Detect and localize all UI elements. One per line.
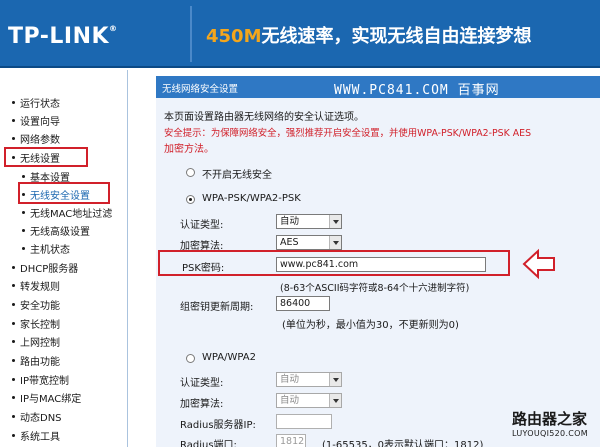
bullet-icon (12, 302, 15, 306)
tplink-logo: TP-LINK® (8, 24, 118, 49)
bullet-icon (22, 210, 25, 214)
bullet-icon (22, 246, 25, 250)
highlight-box-psk (158, 250, 510, 276)
bullet-icon (22, 174, 25, 178)
bullet-icon (12, 118, 15, 122)
radio-disable-label: 不开启无线安全 (202, 170, 272, 181)
bullet-icon (12, 339, 15, 343)
cipher-select[interactable]: AES (276, 235, 342, 250)
bullet-icon (22, 228, 25, 232)
radius-port-input[interactable]: 1812 (276, 434, 306, 447)
auth-type-label: 认证类型: (180, 220, 224, 231)
rekey-hint: (单位为秒，最小值为30，不更新则为0) (282, 320, 459, 331)
panel-titlebar: 无线网络安全设置 WWW.PC841.COM 百事网 (156, 76, 600, 98)
highlight-box-security (18, 182, 110, 204)
sidebar-item-parental[interactable]: 家长控制 (12, 315, 60, 331)
bullet-icon (12, 100, 15, 104)
radius-ip-input[interactable] (276, 414, 332, 429)
wpa-auth-type-label: 认证类型: (180, 378, 224, 389)
radio-wpa[interactable] (186, 354, 195, 363)
bullet-icon (12, 358, 15, 362)
sidebar-item-advanced[interactable]: 无线高级设置 (22, 222, 90, 238)
sidebar-item-dhcp[interactable]: DHCP服务器 (12, 259, 78, 275)
header-banner: TP-LINK® 450M无线速率，实现无线自由连接梦想 (0, 0, 600, 68)
chevron-down-icon (329, 215, 341, 228)
sidebar-item-system-tools[interactable]: 系统工具 (12, 427, 60, 443)
auth-type-select[interactable]: 自动 (276, 214, 342, 229)
security-tip-line1: 安全提示：为保障网络安全，强烈推荐开启安全设置，并使用WPA-PSK/WPA2-… (164, 128, 532, 139)
sidebar-nav: 运行状态 设置向导 网络参数 无线设置 基本设置 无线安全设置 无线MAC地址过… (0, 70, 128, 447)
sidebar-item-ipmac[interactable]: IP与MAC绑定 (12, 389, 81, 405)
radius-ip-label: Radius服务器IP: (180, 420, 256, 431)
bullet-icon (12, 321, 15, 325)
bullet-icon (12, 377, 15, 381)
pointer-arrow-icon (522, 248, 555, 280)
radius-port-label: Radius端口: (180, 440, 237, 447)
sidebar-item-security-func[interactable]: 安全功能 (12, 296, 60, 312)
site-logo: 路由器之家 LUYOUQI520.COM (512, 410, 588, 438)
chevron-down-icon (329, 373, 341, 386)
psk-hint: (8-63个ASCII码字符或8-64个十六进制字符) (280, 283, 470, 294)
sidebar-item-wizard[interactable]: 设置向导 (12, 112, 60, 128)
bullet-icon (12, 283, 15, 287)
watermark: WWW.PC841.COM 百事网 (334, 83, 500, 98)
wpa-cipher-select[interactable]: 自动 (276, 393, 342, 408)
rekey-period-input[interactable]: 86400 (276, 296, 330, 311)
security-tip-line2: 加密方法。 (164, 144, 214, 155)
radio-wpa-label: WPA/WPA2 (202, 352, 256, 363)
wpa-auth-type-select[interactable]: 自动 (276, 372, 342, 387)
sidebar-item-ddns[interactable]: 动态DNS (12, 408, 62, 424)
sidebar-item-status[interactable]: 运行状态 (12, 94, 60, 110)
intro-text: 本页面设置路由器无线网络的安全认证选项。 (164, 112, 364, 123)
radius-port-hint: (1-65535，0表示默认端口：1812) (322, 440, 484, 447)
chevron-down-icon (329, 394, 341, 407)
sidebar-item-network[interactable]: 网络参数 (12, 130, 60, 146)
radio-wpa-psk[interactable] (186, 195, 195, 204)
bullet-icon (12, 433, 15, 437)
bullet-icon (12, 414, 15, 418)
wpa-cipher-label: 加密算法: (180, 399, 224, 410)
sidebar-item-access-control[interactable]: 上网控制 (12, 333, 60, 349)
page-title: 无线网络安全设置 (162, 84, 239, 95)
sidebar-item-bandwidth[interactable]: IP带宽控制 (12, 371, 69, 387)
header-divider (190, 6, 192, 62)
radio-disable-security[interactable] (186, 168, 195, 177)
highlight-box-wireless (4, 147, 88, 167)
bullet-icon (12, 136, 15, 140)
chevron-down-icon (329, 236, 341, 249)
sidebar-item-routing[interactable]: 路由功能 (12, 352, 60, 368)
bullet-icon (12, 265, 15, 269)
radio-wpa-psk-label: WPA-PSK/WPA2-PSK (202, 193, 301, 204)
rekey-label: 组密钥更新周期: (180, 302, 254, 313)
sidebar-item-host-status[interactable]: 主机状态 (22, 240, 70, 256)
header-slogan: 450M无线速率，实现无线自由连接梦想 (206, 26, 532, 47)
sidebar-item-mac-filter[interactable]: 无线MAC地址过滤 (22, 204, 112, 220)
sidebar-item-forwarding[interactable]: 转发规则 (12, 277, 60, 293)
bullet-icon (12, 395, 15, 399)
